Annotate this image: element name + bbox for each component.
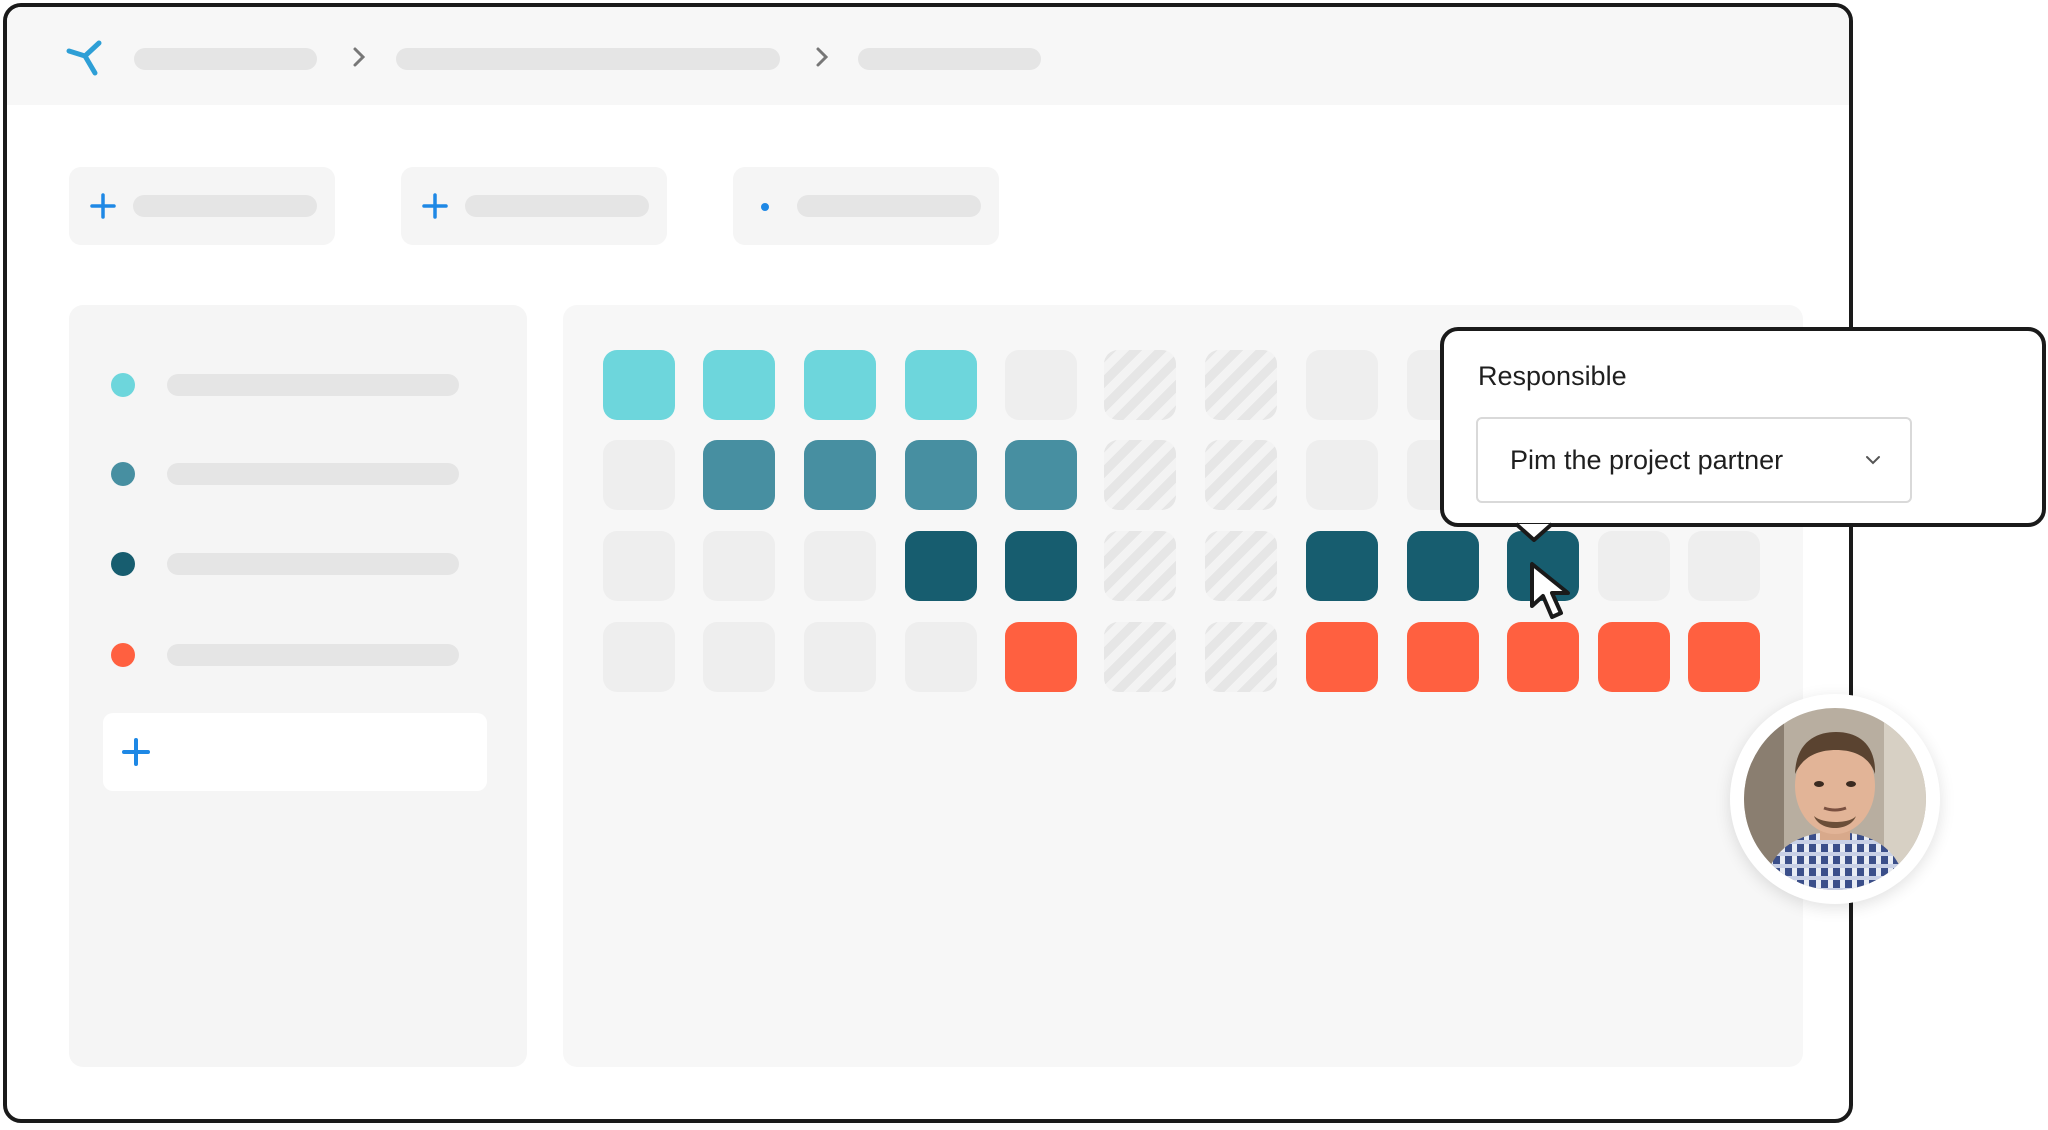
grid-cell-unavailable	[1205, 531, 1277, 601]
grid-cell-empty[interactable]	[804, 622, 876, 692]
legend-label-placeholder	[167, 374, 459, 396]
add-legend-item-button[interactable]	[103, 713, 487, 791]
legend-label-placeholder	[167, 463, 459, 485]
grid-cell-unavailable	[1104, 440, 1176, 510]
add-action-button-2[interactable]	[401, 167, 667, 245]
user-avatar[interactable]	[1744, 708, 1926, 890]
grid-cell-filled[interactable]	[1688, 622, 1760, 692]
chevron-right-icon	[353, 47, 366, 67]
responsible-label: Responsible	[1478, 361, 1627, 391]
grid-cell-filled[interactable]	[905, 531, 977, 601]
grid-cell-filled[interactable]	[905, 350, 977, 420]
action-label-placeholder	[465, 195, 649, 217]
chevron-right-icon	[816, 47, 829, 67]
action-label-placeholder	[797, 195, 981, 217]
grid-cell-filled[interactable]	[1407, 622, 1479, 692]
grid-cell-filled[interactable]	[703, 350, 775, 420]
plus-icon	[90, 193, 116, 219]
grid-cell-empty[interactable]	[1688, 531, 1760, 601]
grid-cell-empty[interactable]	[703, 531, 775, 601]
legend-color-dot	[111, 462, 135, 486]
responsible-select[interactable]: Pim the project partner	[1476, 417, 1912, 503]
breadcrumb-item-1[interactable]	[134, 48, 317, 70]
legend-color-dot	[111, 373, 135, 397]
action-label-placeholder	[133, 195, 317, 217]
grid-cell-filled[interactable]	[1598, 622, 1670, 692]
dot-action-button[interactable]	[733, 167, 999, 245]
grid-cell-unavailable	[1104, 531, 1176, 601]
responsible-popover: Responsible Pim the project partner	[1440, 327, 2046, 527]
grid-cell-empty[interactable]	[1598, 531, 1670, 601]
popover-pointer	[1516, 522, 1552, 542]
breadcrumb-item-2[interactable]	[396, 48, 780, 70]
grid-cell-empty[interactable]	[603, 440, 675, 510]
top-bar	[7, 7, 1849, 105]
legend-label-placeholder	[167, 644, 459, 666]
grid-cell-empty[interactable]	[603, 622, 675, 692]
grid-cell-filled[interactable]	[804, 440, 876, 510]
plus-icon	[122, 738, 150, 766]
user-avatar-frame	[1730, 694, 1940, 904]
grid-cell-empty[interactable]	[1005, 350, 1077, 420]
grid-cell-filled[interactable]	[1005, 622, 1077, 692]
grid-cell-filled[interactable]	[1005, 440, 1077, 510]
legend-label-placeholder	[167, 553, 459, 575]
plus-icon	[422, 193, 448, 219]
brand-logo-icon[interactable]	[65, 37, 107, 79]
legend-color-dot	[111, 643, 135, 667]
grid-cell-unavailable	[1104, 622, 1176, 692]
add-action-button-1[interactable]	[69, 167, 335, 245]
grid-cell-filled[interactable]	[1306, 531, 1378, 601]
grid-cell-filled[interactable]	[1407, 531, 1479, 601]
dot-icon	[761, 203, 769, 211]
legend-color-dot	[111, 552, 135, 576]
grid-cell-empty[interactable]	[905, 622, 977, 692]
grid-cell-filled[interactable]	[603, 350, 675, 420]
grid-cell-unavailable	[1205, 440, 1277, 510]
pointer-cursor-icon	[1530, 562, 1570, 619]
grid-cell-empty[interactable]	[703, 622, 775, 692]
responsible-select-value: Pim the project partner	[1510, 445, 1784, 475]
grid-cell-filled[interactable]	[804, 350, 876, 420]
grid-cell-filled[interactable]	[1306, 622, 1378, 692]
grid-cell-empty[interactable]	[1306, 440, 1378, 510]
breadcrumb-item-3[interactable]	[858, 48, 1041, 70]
grid-cell-filled[interactable]	[703, 440, 775, 510]
grid-cell-unavailable	[1205, 622, 1277, 692]
grid-cell-empty[interactable]	[1306, 350, 1378, 420]
grid-cell-unavailable	[1104, 350, 1176, 420]
grid-cell-empty[interactable]	[603, 531, 675, 601]
grid-cell-filled[interactable]	[1005, 531, 1077, 601]
grid-cell-filled[interactable]	[905, 440, 977, 510]
chevron-down-icon	[1866, 456, 1880, 465]
grid-cell-empty[interactable]	[804, 531, 876, 601]
grid-cell-filled[interactable]	[1507, 622, 1579, 692]
legend-panel	[69, 305, 527, 1067]
grid-cell-unavailable	[1205, 350, 1277, 420]
